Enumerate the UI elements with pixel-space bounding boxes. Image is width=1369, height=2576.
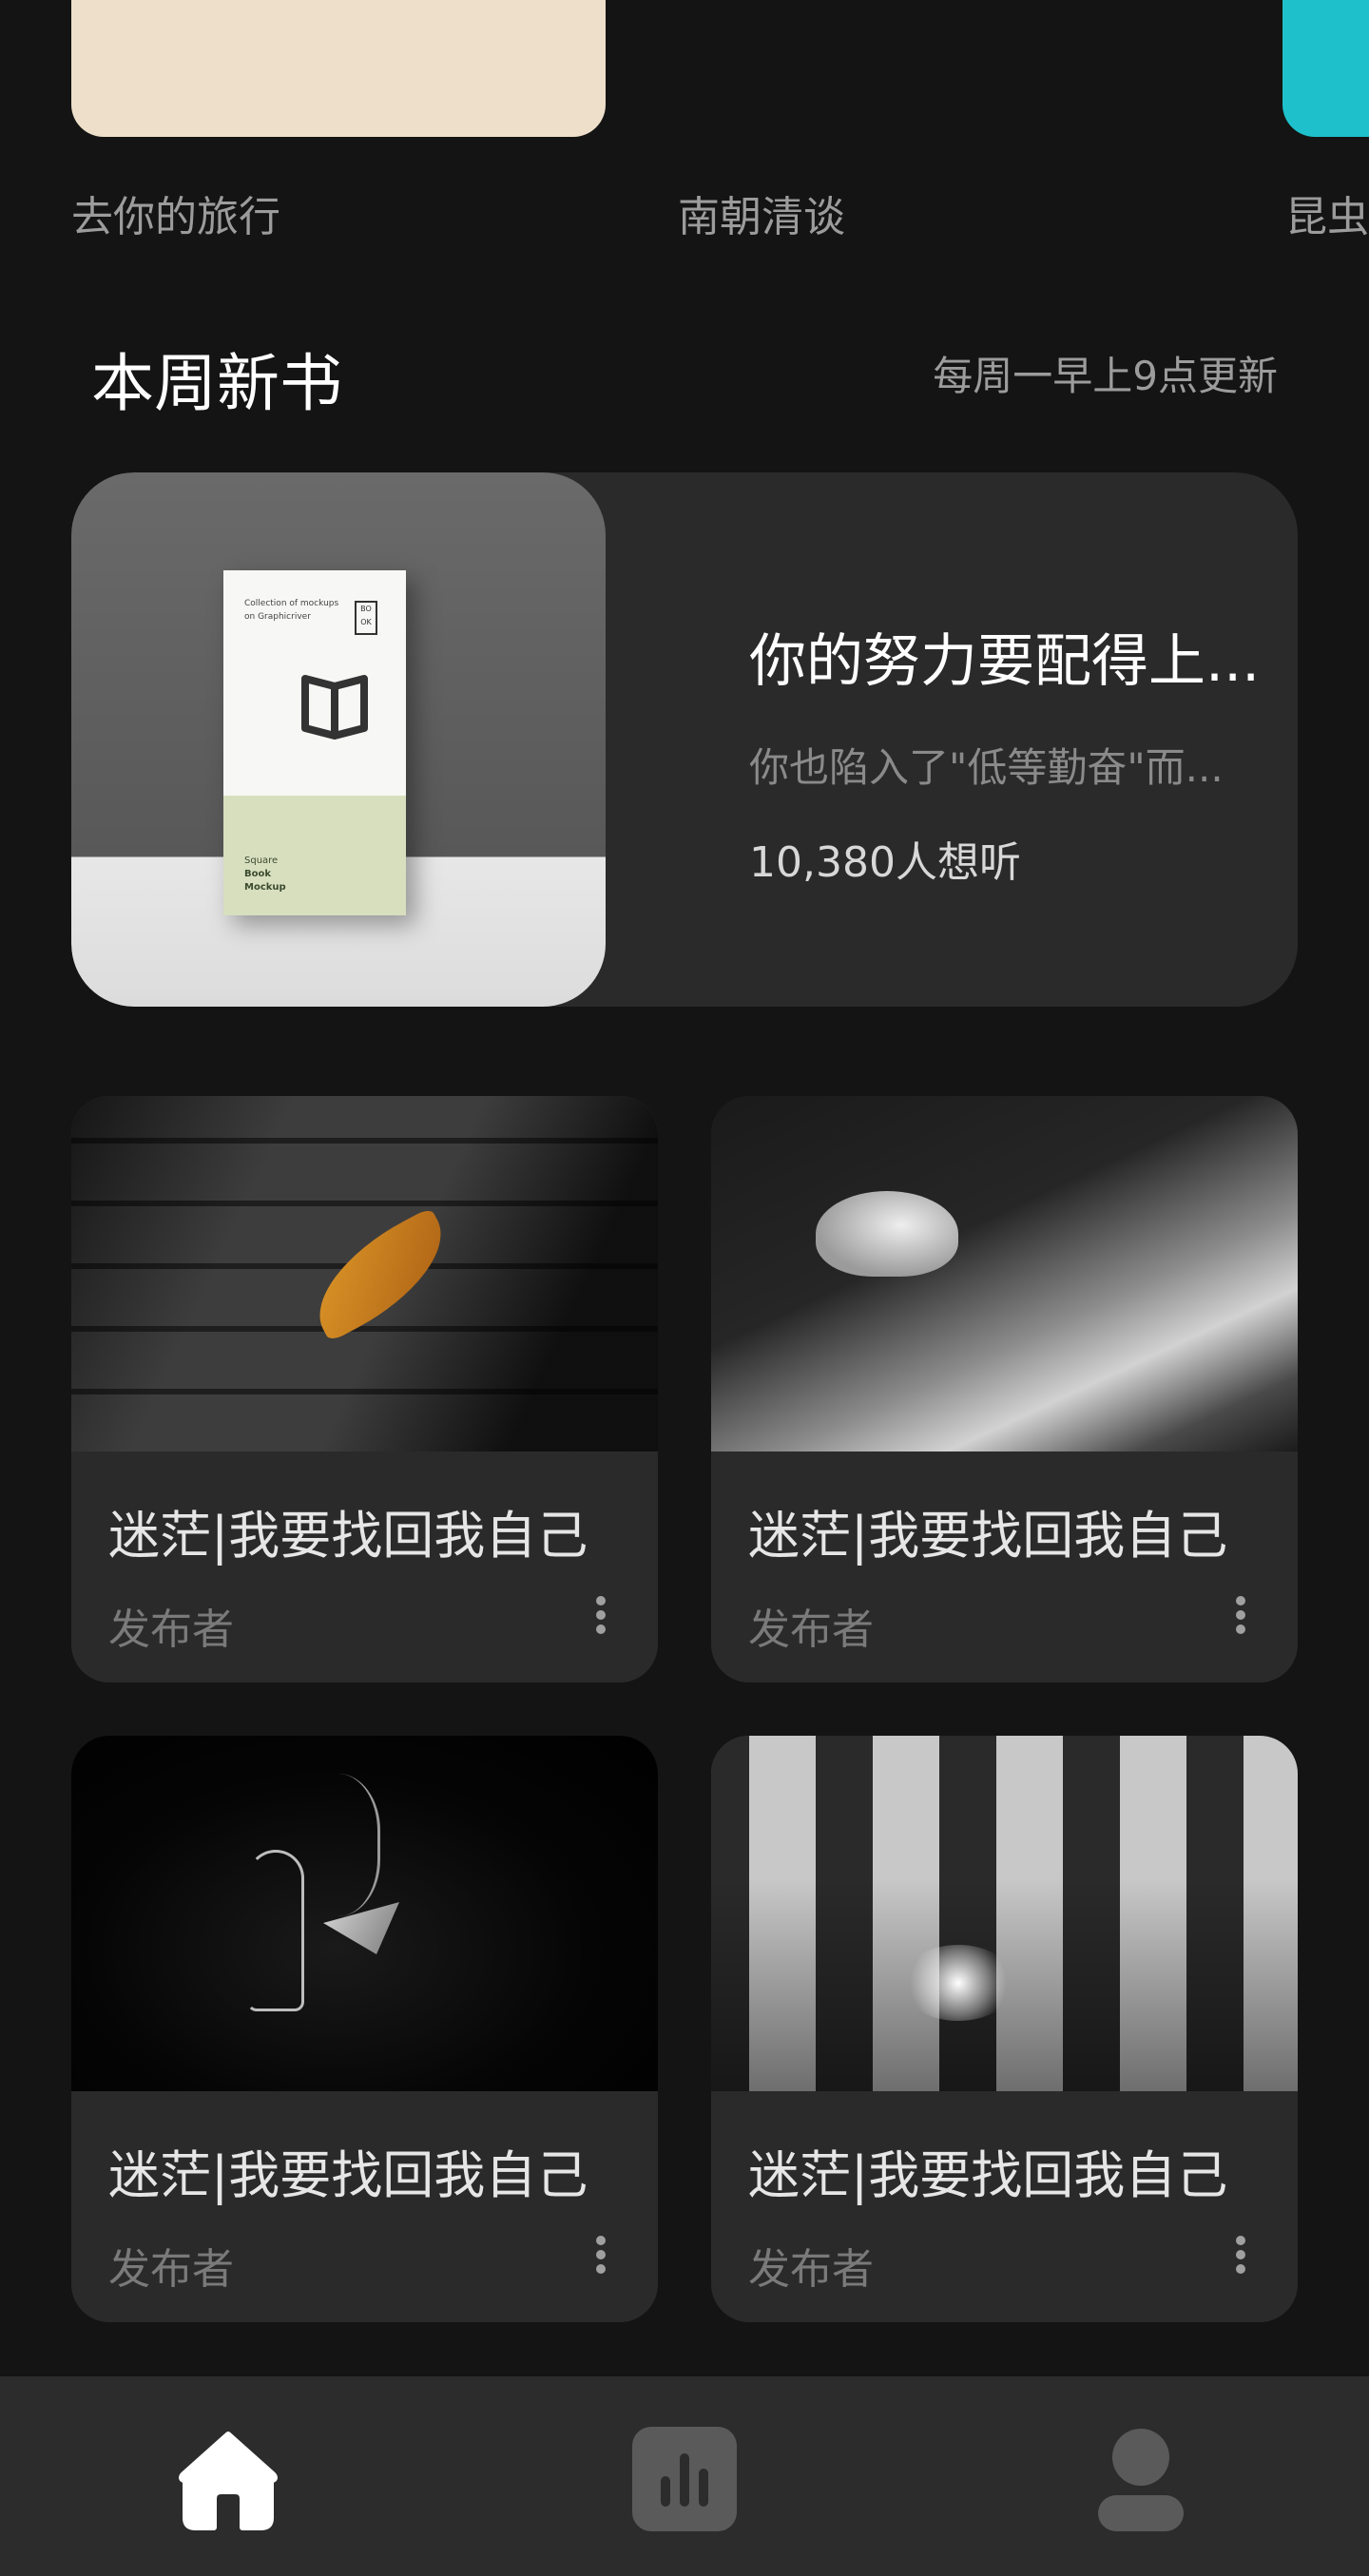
book-cover-bottom-band: Square Book Mockup — [223, 796, 406, 915]
featured-book-cover: Collection of mockups on Graphicriver BO… — [71, 472, 606, 1007]
featured-book-description: 你也陷入了"低等勤奋"而... — [749, 744, 1224, 791]
book-cover-badge: BO OK — [355, 601, 377, 635]
book-card-author: 发布者 — [748, 1605, 874, 1654]
book-card[interactable]: 迷茫|我要找回我自己 发布者 — [711, 1096, 1298, 1682]
book-card-title: 迷茫|我要找回我自己 — [108, 1506, 588, 1566]
book-card-image — [711, 1736, 1298, 2091]
carousel-label-insects[interactable]: 昆虫 — [1285, 183, 1369, 243]
nav-profile-tab[interactable] — [1084, 2422, 1198, 2536]
featured-book-title: 你的努力要配得上... — [749, 628, 1261, 695]
book-card-title: 迷茫|我要找回我自己 — [748, 2145, 1228, 2205]
sunlight-glow — [901, 1945, 1015, 2021]
open-book-icon — [301, 675, 368, 740]
featured-book-card[interactable]: Collection of mockups on Graphicriver BO… — [71, 472, 1298, 1007]
page: 去你的旅行 南朝清谈 昆虫 本周新书 每周一早上9点更新 Collection … — [0, 0, 1369, 2576]
book-card-image — [711, 1096, 1298, 1451]
nav-stats-tab[interactable] — [627, 2422, 742, 2536]
book-card-image — [71, 1736, 658, 2091]
home-icon — [179, 2432, 278, 2530]
more-options-icon[interactable] — [1229, 2230, 1252, 2279]
more-options-icon[interactable] — [589, 1590, 612, 1640]
section-title: 本周新书 — [91, 347, 342, 420]
bar-chart-icon — [632, 2427, 737, 2531]
book-card[interactable]: 迷茫|我要找回我自己 发布者 — [711, 1736, 1298, 2322]
book-card[interactable]: 迷茫|我要找回我自己 发布者 — [71, 1736, 658, 2322]
book-card-image — [71, 1096, 658, 1451]
book-card-author: 发布者 — [748, 2245, 874, 2294]
user-icon — [1098, 2429, 1184, 2531]
carousel-card-insects[interactable] — [1282, 0, 1369, 137]
praying-hands-silhouette — [247, 1850, 304, 2011]
carousel-label-southern-dynasties[interactable]: 南朝清谈 — [678, 183, 845, 243]
book-card-title: 迷茫|我要找回我自己 — [108, 2145, 588, 2205]
section-update-note: 每周一早上9点更新 — [933, 353, 1278, 399]
featured-book-listeners: 10,380人想听 — [749, 838, 1021, 887]
book-card[interactable]: 迷茫|我要找回我自己 发布者 — [71, 1096, 658, 1682]
book-cover-top-text: Collection of mockups on Graphicriver — [244, 599, 339, 622]
book-card-author: 发布者 — [108, 1605, 234, 1654]
cat-illustration — [816, 1191, 958, 1277]
book-card-author: 发布者 — [108, 2245, 234, 2294]
book-card-title: 迷茫|我要找回我自己 — [748, 1506, 1228, 1566]
more-options-icon[interactable] — [589, 2230, 612, 2279]
leaf-illustration — [296, 1206, 465, 1343]
book-mockup: Collection of mockups on Graphicriver BO… — [223, 570, 406, 915]
carousel-label-travel[interactable]: 去你的旅行 — [71, 183, 280, 243]
book-cover-bottom-text: Square Book Mockup — [244, 855, 286, 893]
nav-home-tab[interactable] — [171, 2422, 285, 2536]
more-options-icon[interactable] — [1229, 1590, 1252, 1640]
carousel-card-travel[interactable] — [71, 0, 606, 137]
bottom-navigation — [0, 2376, 1369, 2576]
